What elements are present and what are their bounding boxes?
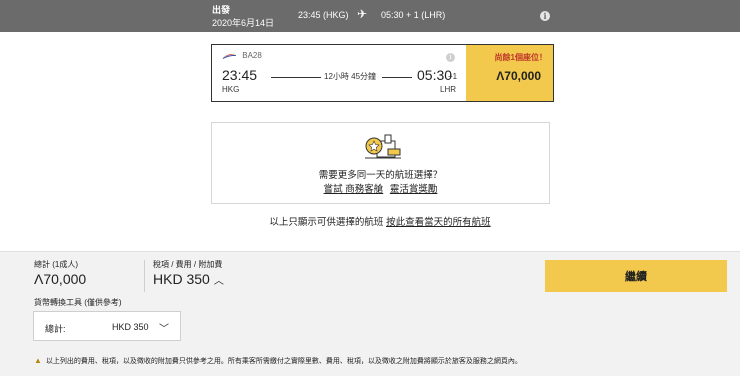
more-flights-question: 需要更多同一天的航班選擇？	[318, 170, 443, 181]
currency-converter-label: 貨幣轉換工具 (僅供參考)	[34, 298, 122, 307]
chevron-down-icon: ﹀	[159, 324, 169, 335]
duration-line-right	[382, 77, 412, 78]
converter-key: 總計:	[45, 324, 66, 334]
try-business-link[interactable]: 嘗試 商務客艙	[324, 184, 384, 195]
tax-toggle[interactable]: HKD 350 ︿	[153, 271, 224, 287]
flight-info-icon[interactable]: i	[446, 53, 455, 62]
segment-to: 05:30 + 1 (LHR)	[381, 10, 446, 20]
plane-icon: ✈	[357, 7, 368, 21]
british-airways-logo	[222, 53, 236, 59]
flight-details: BA28 i 23:45 HKG 12小時 45分鐘 05:30 +1 LHR	[212, 45, 466, 101]
all-flights-link[interactable]: 按此查看當天的所有航班	[386, 217, 491, 228]
summary-divider	[144, 260, 145, 292]
tax-label: 稅項 / 費用 / 附加費	[153, 260, 223, 269]
converter-value: HKD 350	[112, 322, 149, 332]
departure-label: 出發	[212, 5, 231, 15]
seats-left-badge: 尚餘1個座位！	[494, 53, 547, 62]
flight-price: Λ70,000	[496, 69, 541, 83]
segment-from: 23:45 (HKG)	[298, 10, 349, 20]
price-panel[interactable]: 尚餘1個座位！ Λ70,000	[466, 45, 553, 101]
flight-option-card[interactable]: BA28 i 23:45 HKG 12小時 45分鐘 05:30 +1 LHR …	[211, 44, 554, 102]
arrival-day-offset: +1	[448, 72, 458, 81]
departure-airport: HKG	[222, 85, 240, 94]
suggestion-links: 嘗試 商務客艙 靈活賞獎勵	[212, 181, 549, 195]
flight-duration: 12小時 45分鐘	[324, 72, 377, 81]
disclaimer-text: 以上列出的費用、稅項，以及徵收的附加費只供參考之用。所有乘客所需繳付之實際里數、…	[45, 358, 522, 365]
departure-date: 2020年6月14日	[212, 18, 275, 28]
fee-disclaimer: ▲ 以上列出的費用、稅項，以及徵收的附加費只供參考之用。所有乘客所需繳付之實際里數…	[34, 356, 522, 366]
arrival-airport: LHR	[440, 85, 457, 94]
total-label: 總計 (1成人)	[34, 260, 78, 269]
flexible-reward-link[interactable]: 靈活賞獎勵	[390, 184, 438, 195]
info-icon[interactable]: i	[540, 11, 550, 21]
total-amount: Λ70,000	[34, 271, 87, 287]
departure-time: 23:45	[222, 67, 258, 83]
available-flights-text: 以上只顯示可供選擇的航班	[269, 217, 384, 228]
duration-line-left	[271, 77, 321, 78]
available-flights-note: 以上只顯示可供選擇的航班 按此查看當天的所有航班	[0, 214, 740, 228]
continue-button[interactable]: 繼續	[545, 260, 727, 292]
tax-amount: HKD 350	[153, 271, 210, 287]
caret-up-icon: ︿	[213, 276, 224, 287]
currency-converter-select[interactable]: 總計: HKD 350 ﹀	[33, 311, 181, 341]
arrival-time: 05:30	[417, 67, 453, 83]
price-summary-panel: 總計 (1成人) Λ70,000 稅項 / 費用 / 附加費 HKD 350 ︿ …	[0, 251, 740, 376]
airline-row: BA28	[222, 51, 262, 60]
flight-header-bar: 出發 2020年6月14日 23:45 (HKG) ✈ 05:30 + 1 (L…	[0, 0, 740, 32]
award-illustration	[365, 134, 401, 159]
more-flights-suggestion: 需要更多同一天的航班選擇？ 嘗試 商務客艙 靈活賞獎勵	[211, 122, 550, 204]
flight-number: BA28	[242, 51, 262, 60]
warning-icon: ▲	[34, 356, 42, 365]
